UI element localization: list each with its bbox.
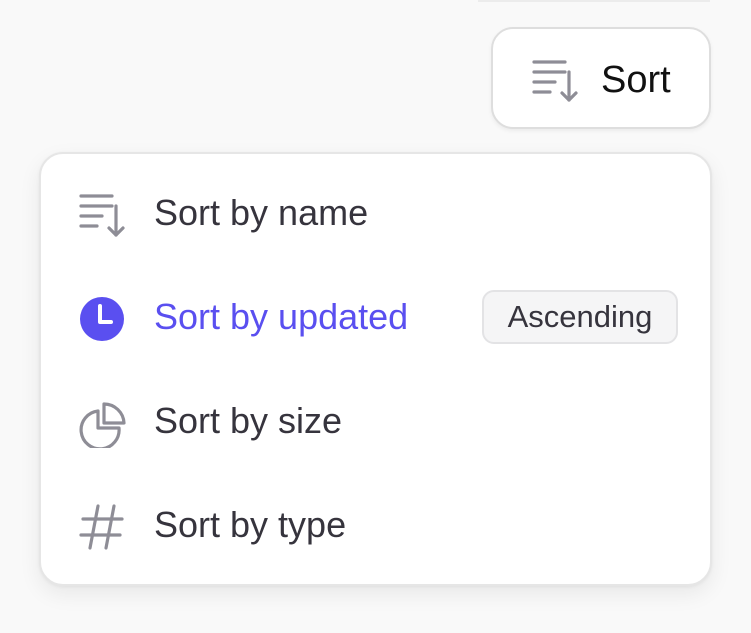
sort-lines-down-icon [79, 194, 125, 237]
sort-button-label: Sort [601, 59, 671, 101]
menu-item-sort-by-type[interactable]: Sort by type [41, 482, 710, 570]
menu-item-label: Sort by name [154, 192, 369, 233]
clock-icon [80, 297, 124, 341]
menu-item-sort-by-name[interactable]: Sort by name [41, 170, 710, 258]
menu-item-sort-by-size[interactable]: Sort by size [41, 378, 710, 466]
sort-menu: Sort by name Sort by updated Ascending S… [39, 152, 712, 586]
menu-item-sort-by-updated[interactable]: Sort by updated Ascending [41, 274, 710, 362]
sort-button[interactable]: Sort [491, 27, 711, 129]
hash-icon [79, 504, 124, 550]
menu-item-label: Sort by updated [154, 296, 409, 337]
sort-direction-badge: Ascending [482, 290, 678, 344]
divider [478, 0, 710, 2]
sort-lines-down-icon [532, 60, 578, 102]
menu-item-label: Sort by size [154, 400, 343, 441]
pie-chart-icon [79, 402, 126, 448]
menu-item-label: Sort by type [154, 504, 347, 545]
